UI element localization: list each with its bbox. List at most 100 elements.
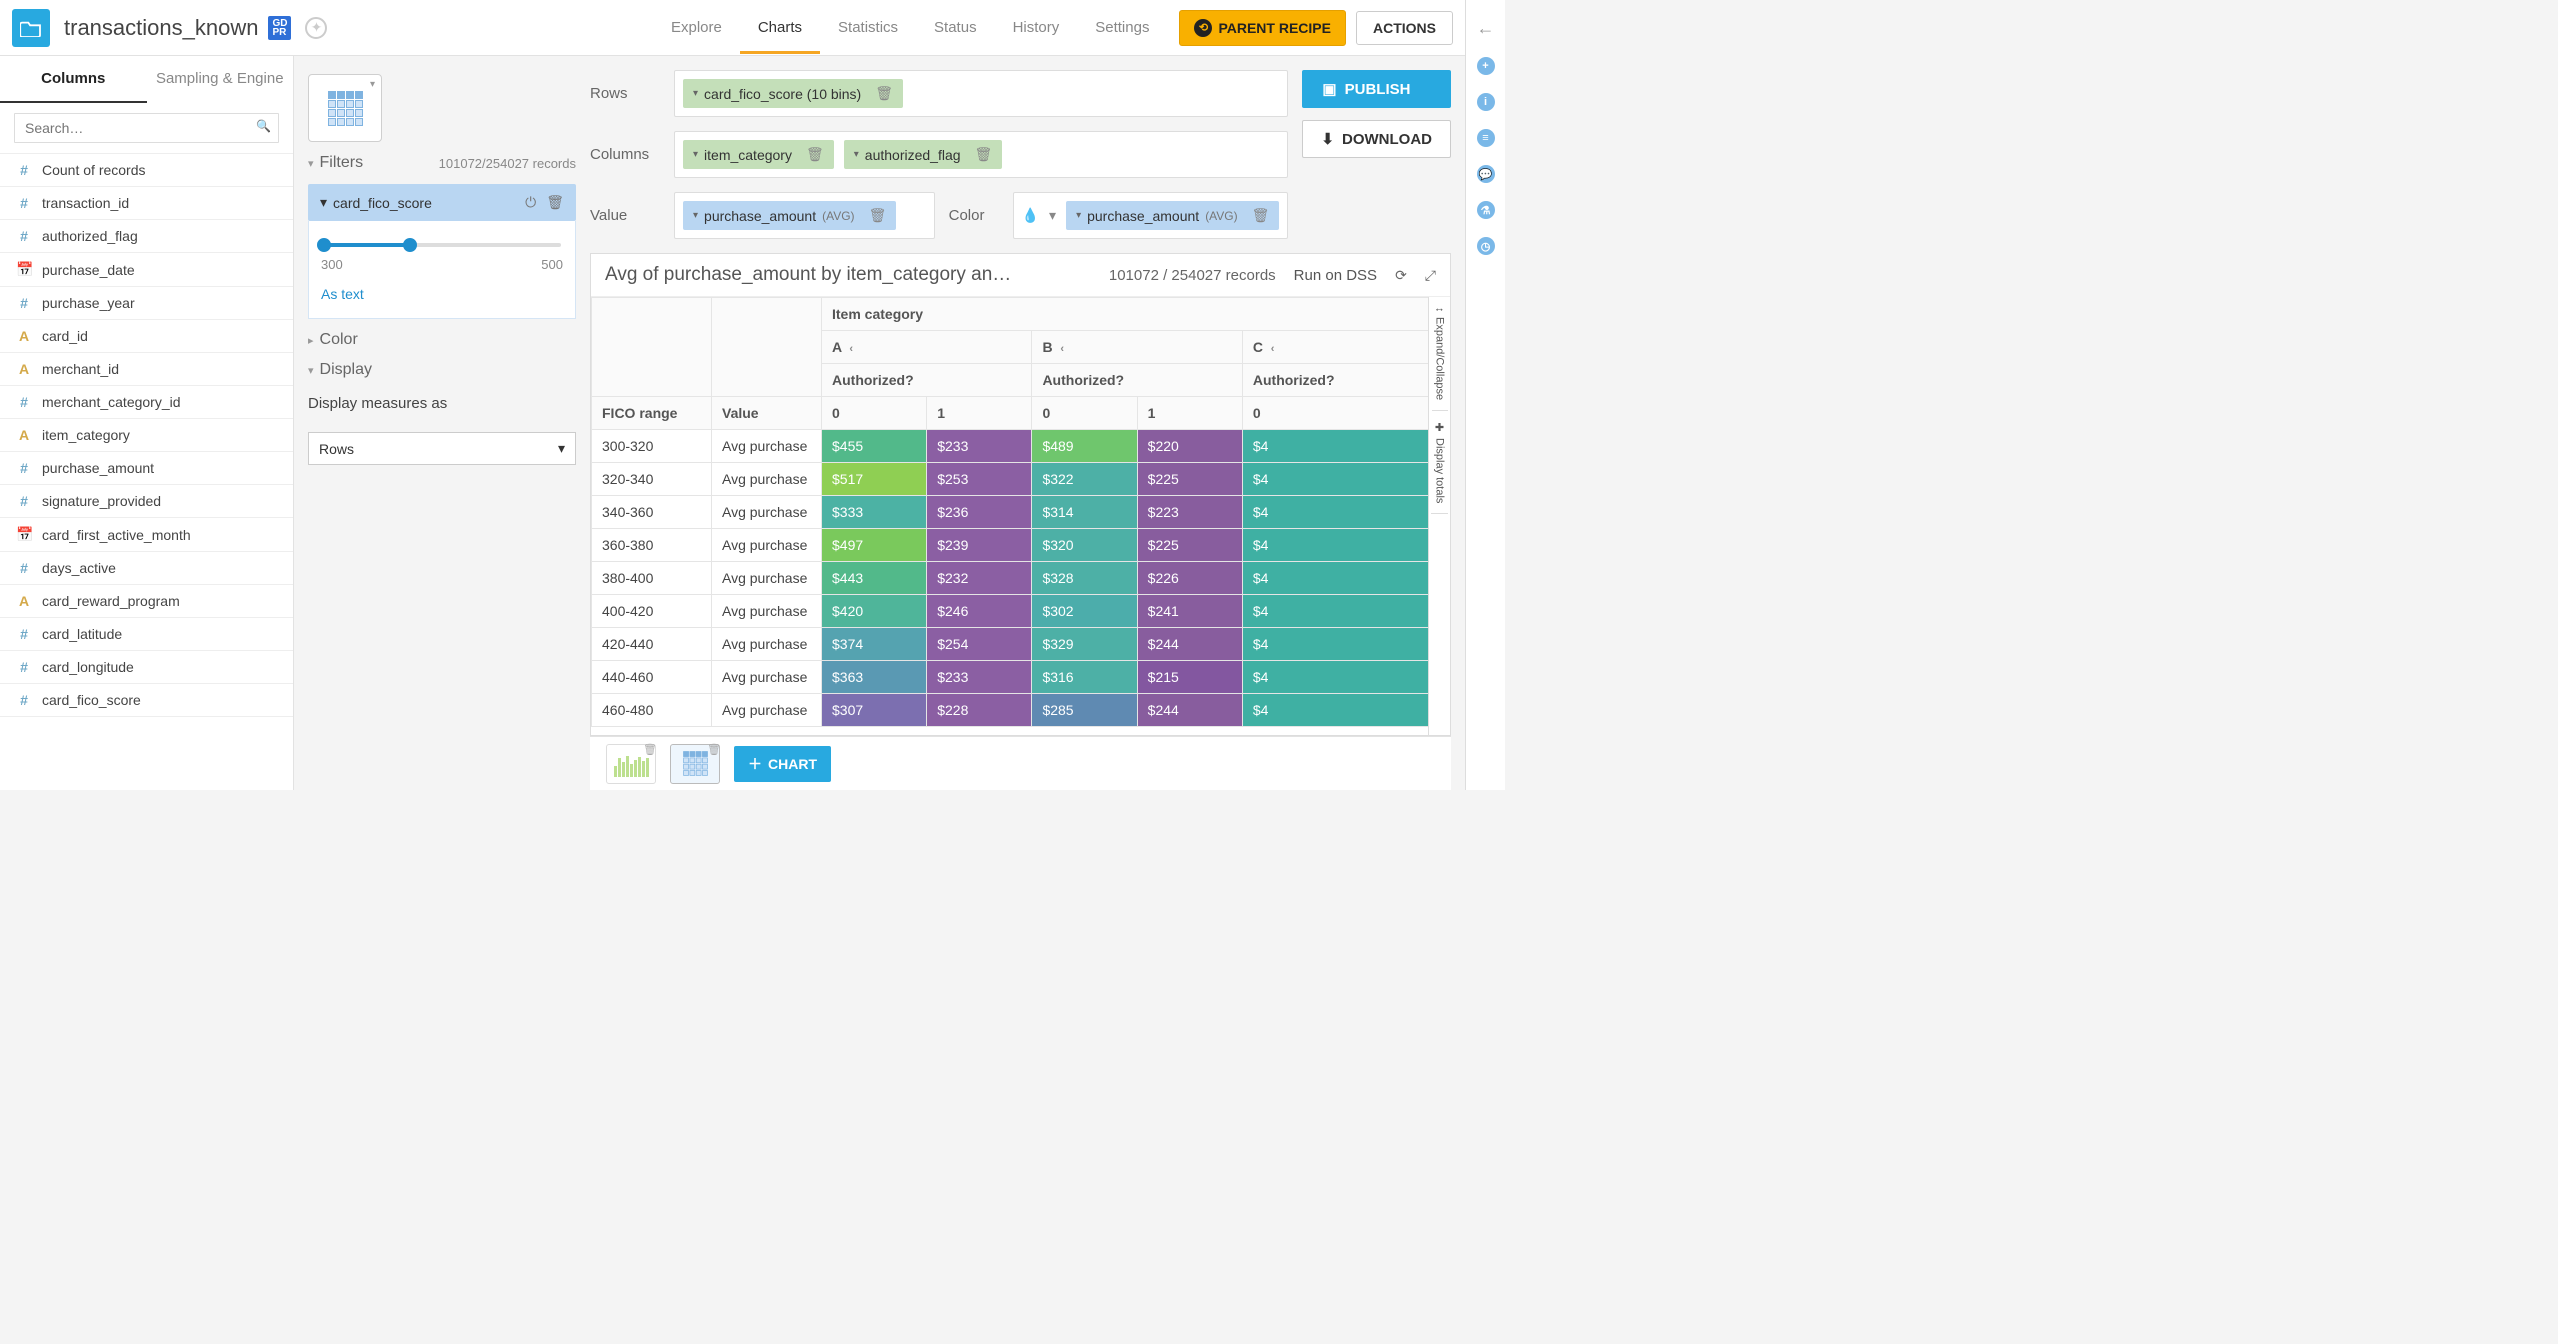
- display-measures-select[interactable]: Rows ▾: [308, 432, 576, 465]
- chart-title[interactable]: Avg of purchase_amount by item_category …: [605, 264, 1011, 286]
- hash-icon: #: [16, 626, 32, 642]
- filter-as-text-link[interactable]: As text: [321, 286, 563, 302]
- value-dropzone[interactable]: ▾ purchase_amount (AVG) 🗑: [674, 192, 935, 239]
- column-item[interactable]: #transaction_id: [0, 187, 293, 220]
- color-pill[interactable]: ▾ purchase_amount (AVG) 🗑: [1066, 201, 1279, 230]
- column-item[interactable]: #merchant_category_id: [0, 386, 293, 419]
- delete-icon[interactable]: 🗑: [643, 743, 657, 756]
- column-item[interactable]: Amerchant_id: [0, 353, 293, 386]
- left-sidebar: Columns Sampling & Engine 🔍 #Count of re…: [0, 56, 294, 790]
- column-item[interactable]: Acard_id: [0, 320, 293, 353]
- parent-recipe-button[interactable]: ⟲ PARENT RECIPE: [1179, 10, 1346, 46]
- column-item[interactable]: #days_active: [0, 552, 293, 585]
- column-item[interactable]: #card_latitude: [0, 618, 293, 651]
- display-section-header[interactable]: ▾ Display: [308, 361, 576, 379]
- pivot-row-label: 380-400: [592, 562, 712, 595]
- tab-status[interactable]: Status: [916, 1, 995, 54]
- slider-handle-max[interactable]: [403, 238, 417, 252]
- col-pill-2[interactable]: ▾ authorized_flag 🗑: [844, 140, 1003, 169]
- chevron-down-icon: ▾: [854, 149, 859, 160]
- delete-icon[interactable]: 🗑: [869, 207, 887, 224]
- column-item[interactable]: Aitem_category: [0, 419, 293, 452]
- column-item[interactable]: #Count of records: [0, 154, 293, 187]
- tab-history[interactable]: History: [995, 1, 1078, 54]
- column-item[interactable]: #card_fico_score: [0, 684, 293, 717]
- rail-list-icon[interactable]: ≡: [1477, 129, 1495, 147]
- download-button[interactable]: ⬇ DOWNLOAD: [1302, 120, 1451, 158]
- rail-clock-icon[interactable]: ◷: [1477, 237, 1495, 255]
- chevron-down-icon: ▾: [370, 79, 375, 90]
- left-tab-sampling[interactable]: Sampling & Engine: [147, 56, 294, 103]
- fullscreen-icon[interactable]: ⤢: [1425, 267, 1436, 284]
- delete-icon[interactable]: 🗑: [806, 146, 824, 163]
- date-icon: 📅: [16, 526, 32, 543]
- delete-icon[interactable]: 🗑: [975, 146, 993, 163]
- rows-pill-label: card_fico_score (10 bins): [704, 86, 861, 102]
- pivot-value-cell: $517: [822, 463, 927, 496]
- filter-pill[interactable]: ▾ card_fico_score ⏻ 🗑: [308, 184, 576, 221]
- chart-type-selector[interactable]: ▾: [308, 74, 382, 142]
- chart-thumb-bars[interactable]: 🗑: [606, 744, 656, 784]
- column-item[interactable]: 📅purchase_date: [0, 253, 293, 287]
- rail-info-icon[interactable]: i: [1477, 93, 1495, 111]
- publish-icon: ▣: [1322, 80, 1336, 98]
- column-item[interactable]: #card_longitude: [0, 651, 293, 684]
- value-pill[interactable]: ▾ purchase_amount (AVG) 🗑: [683, 201, 896, 230]
- pivot-table-icon: [683, 751, 708, 776]
- delete-icon[interactable]: 🗑: [1252, 207, 1270, 224]
- color-dropzone[interactable]: 💧 ▾ ▾ purchase_amount (AVG) 🗑: [1013, 192, 1289, 239]
- tab-explore[interactable]: Explore: [653, 1, 740, 54]
- filter-power-icon[interactable]: ⏻: [525, 194, 536, 211]
- tab-settings[interactable]: Settings: [1077, 1, 1167, 54]
- pivot-value-cell: $232: [927, 562, 1032, 595]
- tab-charts[interactable]: Charts: [740, 1, 820, 54]
- filter-delete-icon[interactable]: 🗑: [546, 194, 564, 211]
- slider-handle-min[interactable]: [317, 238, 331, 252]
- actions-button[interactable]: ACTIONS: [1356, 11, 1453, 45]
- column-item[interactable]: #purchase_amount: [0, 452, 293, 485]
- column-item[interactable]: #authorized_flag: [0, 220, 293, 253]
- pivot-value-cell: $228: [927, 694, 1032, 727]
- column-item[interactable]: #signature_provided: [0, 485, 293, 518]
- chart-thumb-table[interactable]: 🗑: [670, 744, 720, 784]
- column-name: purchase_year: [42, 295, 135, 311]
- color-section-label: Color: [320, 331, 358, 349]
- plus-icon: ＋: [748, 754, 762, 774]
- pivot-table: Item categoryA ‹B ‹C ‹Authorized?Authori…: [591, 297, 1450, 727]
- pivot-value-cell: $246: [927, 595, 1032, 628]
- expand-collapse-tab[interactable]: ↕Expand/Collapse: [1432, 297, 1448, 411]
- range-slider[interactable]: [323, 243, 561, 247]
- rail-back-icon[interactable]: ←: [1477, 18, 1495, 39]
- column-item[interactable]: #purchase_year: [0, 287, 293, 320]
- rows-dropzone[interactable]: ▾ card_fico_score (10 bins) 🗑: [674, 70, 1288, 117]
- left-tab-columns[interactable]: Columns: [0, 56, 147, 103]
- add-chart-button[interactable]: ＋ CHART: [734, 746, 831, 782]
- refresh-icon[interactable]: ⟳: [1395, 267, 1407, 284]
- rail-lab-icon[interactable]: ⚗: [1477, 201, 1495, 219]
- delete-icon[interactable]: 🗑: [875, 85, 893, 102]
- pivot-value-cell: $244: [1137, 694, 1242, 727]
- delete-icon[interactable]: 🗑: [707, 743, 721, 756]
- color-section-header[interactable]: ▸ Color: [308, 331, 576, 349]
- column-search-input[interactable]: [14, 113, 279, 143]
- search-icon: 🔍: [256, 119, 271, 133]
- dataset-icon[interactable]: [12, 9, 50, 47]
- columns-dropzone[interactable]: ▾ item_category 🗑 ▾ authorized_flag 🗑: [674, 131, 1288, 178]
- chevron-down-icon: ▾: [320, 194, 327, 211]
- column-name: card_longitude: [42, 659, 134, 675]
- rail-chat-icon[interactable]: 💬: [1477, 165, 1495, 183]
- column-name: Count of records: [42, 162, 146, 178]
- rail-add-icon[interactable]: +: [1477, 57, 1495, 75]
- pivot-value-cell: $236: [927, 496, 1032, 529]
- hash-icon: #: [16, 460, 32, 476]
- tab-statistics[interactable]: Statistics: [820, 1, 916, 54]
- rows-pill[interactable]: ▾ card_fico_score (10 bins) 🗑: [683, 79, 903, 108]
- compass-icon[interactable]: ✦: [305, 17, 327, 39]
- run-on-label[interactable]: Run on DSS: [1294, 267, 1377, 284]
- display-totals-tab[interactable]: ✚Display totals: [1431, 411, 1448, 514]
- col-pill-1[interactable]: ▾ item_category 🗑: [683, 140, 834, 169]
- column-item[interactable]: Acard_reward_program: [0, 585, 293, 618]
- column-item[interactable]: 📅card_first_active_month: [0, 518, 293, 552]
- publish-button[interactable]: ▣ PUBLISH: [1302, 70, 1451, 108]
- filters-section-header[interactable]: ▾ Filters 101072/254027 records: [308, 154, 576, 172]
